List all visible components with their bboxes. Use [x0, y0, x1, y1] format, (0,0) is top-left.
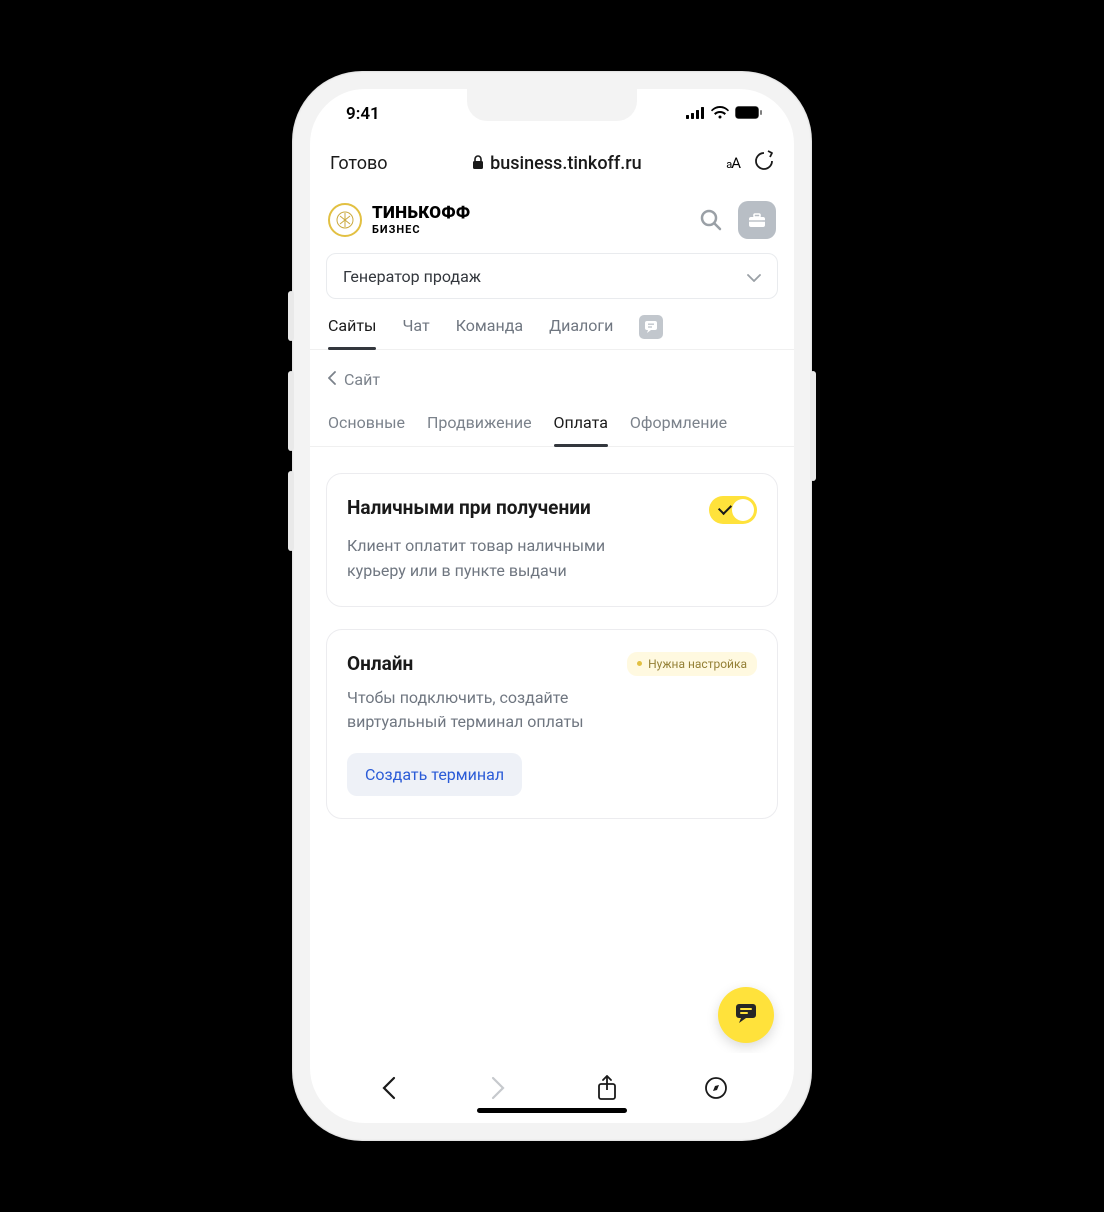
lock-icon [472, 153, 484, 174]
create-terminal-button[interactable]: Создать терминал [347, 753, 522, 796]
subtab-promotion[interactable]: Продвижение [427, 413, 532, 446]
app-header: ТИНЬКОФФ БИЗНЕС [310, 187, 794, 253]
brand[interactable]: ТИНЬКОФФ БИЗНЕС [328, 203, 684, 237]
card-description: Чтобы подключить, создайте виртуальный т… [347, 686, 627, 736]
phone-notch [467, 89, 637, 121]
toggle-cash-on-delivery[interactable] [709, 496, 757, 524]
tab-chat[interactable]: Чат [402, 316, 429, 349]
phone-frame: 9:41 Готово business.tinkoff.ru aA [292, 71, 812, 1141]
card-cash-on-delivery: Наличными при получении Клиент оплатит т… [326, 473, 778, 607]
brand-logo-icon [328, 203, 362, 237]
wifi-icon [711, 104, 729, 124]
card-description: Клиент оплатит товар наличными курьеру и… [347, 534, 627, 584]
battery-icon [735, 104, 762, 124]
chat-fab[interactable] [718, 987, 774, 1043]
browser-url-bar: Готово business.tinkoff.ru aA [310, 139, 794, 187]
subtab-main[interactable]: Основные [328, 413, 405, 446]
nav-back-button[interactable] [371, 1070, 407, 1106]
compass-icon[interactable] [698, 1070, 734, 1106]
reload-icon[interactable] [754, 150, 774, 176]
subtab-payment[interactable]: Оплата [554, 413, 608, 446]
breadcrumb[interactable]: Сайт [310, 350, 794, 397]
subtab-design[interactable]: Оформление [630, 413, 727, 446]
chevron-down-icon [747, 267, 761, 286]
done-button[interactable]: Готово [330, 153, 388, 174]
dialogs-badge-icon[interactable] [639, 315, 663, 339]
search-icon[interactable] [696, 205, 726, 235]
tab-team[interactable]: Команда [456, 316, 523, 349]
breadcrumb-label: Сайт [344, 370, 380, 389]
tab-dialogs[interactable]: Диалоги [549, 316, 613, 349]
card-title: Наличными при получении [347, 496, 591, 519]
secondary-tabs: Основные Продвижение Оплата Оформление [310, 397, 794, 447]
chat-icon [733, 1000, 759, 1030]
status-badge: Нужна настройка [627, 652, 757, 676]
primary-tabs: Сайты Чат Команда Диалоги [310, 299, 794, 350]
status-time: 9:41 [346, 104, 380, 124]
text-size-button[interactable]: aA [726, 154, 740, 172]
briefcase-icon[interactable] [738, 201, 776, 239]
chevron-left-icon [328, 370, 336, 389]
nav-forward-button[interactable] [480, 1070, 516, 1106]
url-text: business.tinkoff.ru [490, 153, 641, 174]
brand-subtitle: БИЗНЕС [372, 224, 470, 235]
tab-sites[interactable]: Сайты [328, 316, 376, 349]
content-area: Наличными при получении Клиент оплатит т… [310, 447, 794, 1053]
url-display[interactable]: business.tinkoff.ru [402, 153, 713, 174]
selector-value: Генератор продаж [343, 267, 481, 286]
share-icon[interactable] [589, 1070, 625, 1106]
card-online-payment: Онлайн Нужна настройка Чтобы подключить,… [326, 629, 778, 820]
section-selector[interactable]: Генератор продаж [326, 253, 778, 299]
brand-name: ТИНЬКОФФ [372, 205, 470, 222]
cellular-icon [686, 104, 705, 124]
home-indicator[interactable] [477, 1108, 627, 1113]
card-title: Онлайн [347, 652, 413, 675]
